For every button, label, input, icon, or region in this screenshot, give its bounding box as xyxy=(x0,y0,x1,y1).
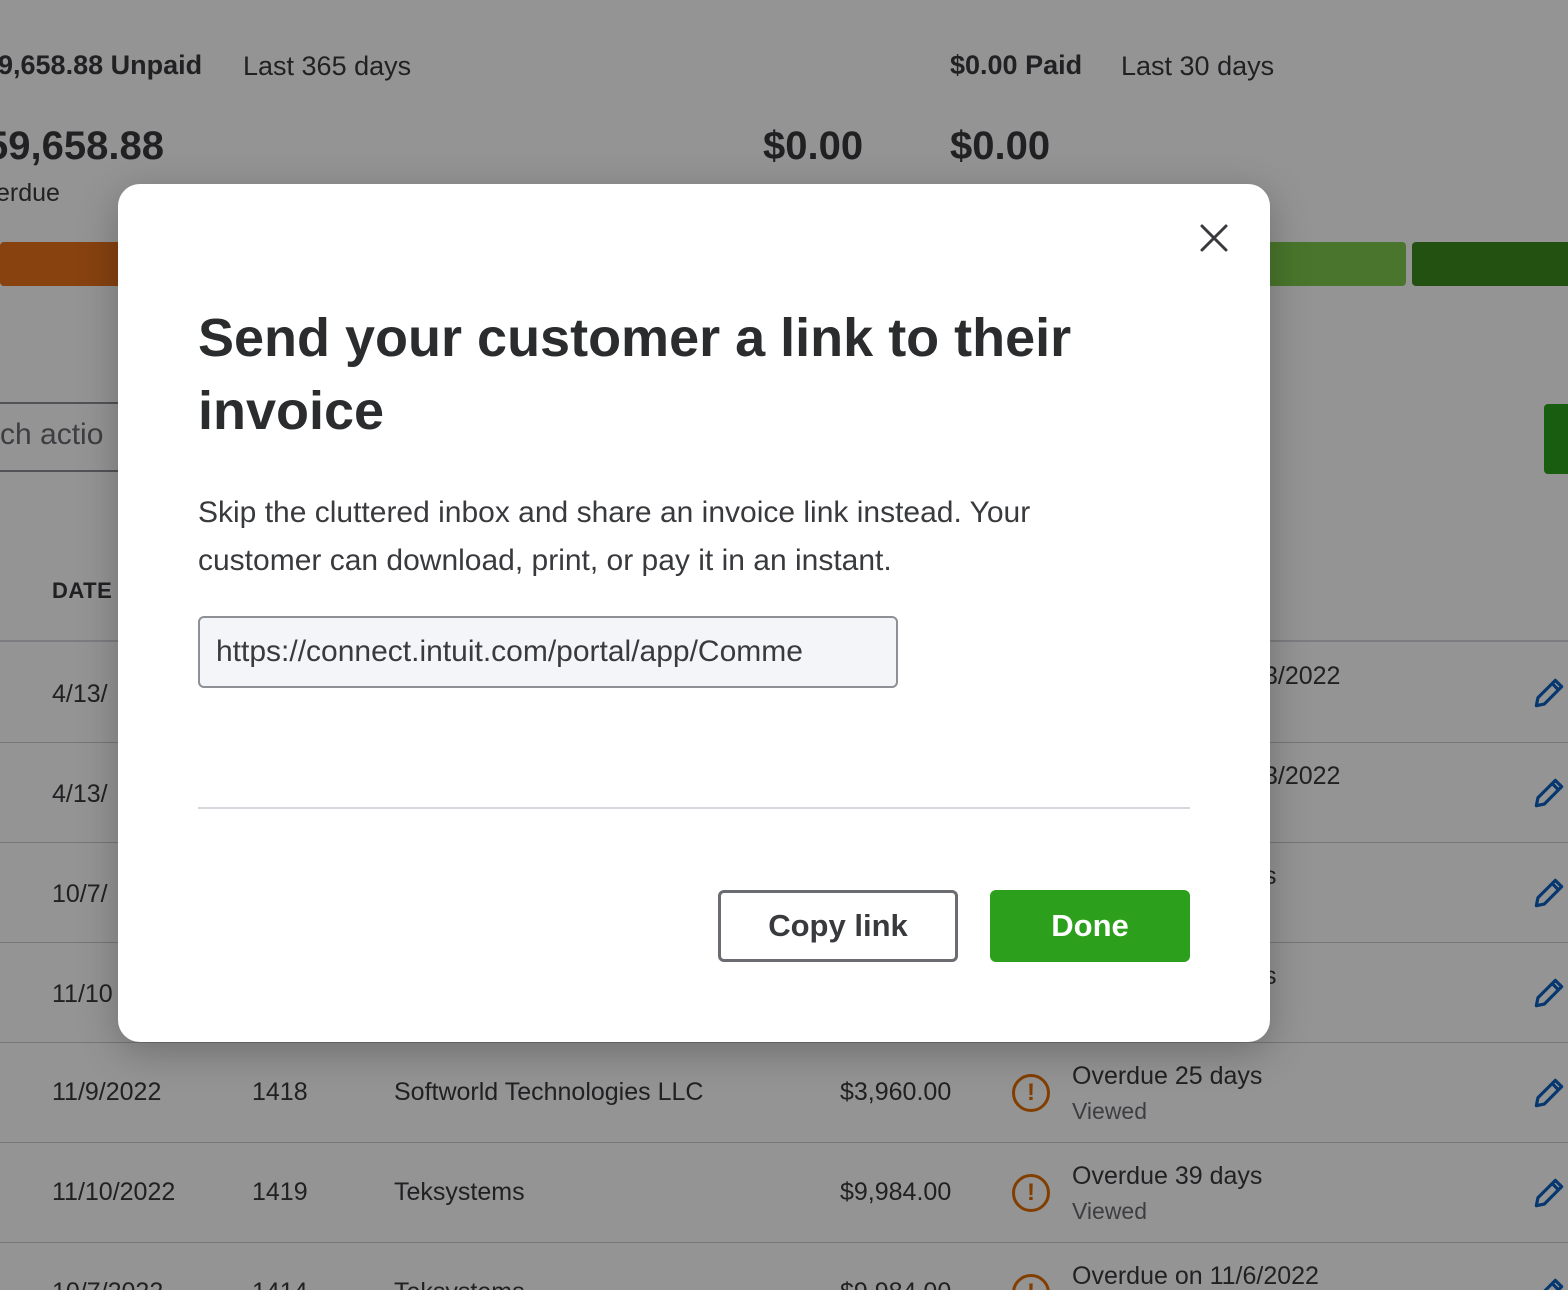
dialog-title: Send your customer a link to their invoi… xyxy=(198,308,1072,441)
share-link-dialog: Send your customer a link to their invoi… xyxy=(118,184,1270,1042)
copy-link-button[interactable]: Copy link xyxy=(718,890,958,962)
done-button[interactable]: Done xyxy=(990,890,1190,962)
invoice-link-field[interactable] xyxy=(198,616,898,688)
close-icon[interactable] xyxy=(1198,222,1230,254)
dialog-description: Skip the cluttered inbox and share an in… xyxy=(198,496,1031,577)
dialog-divider xyxy=(198,807,1190,809)
